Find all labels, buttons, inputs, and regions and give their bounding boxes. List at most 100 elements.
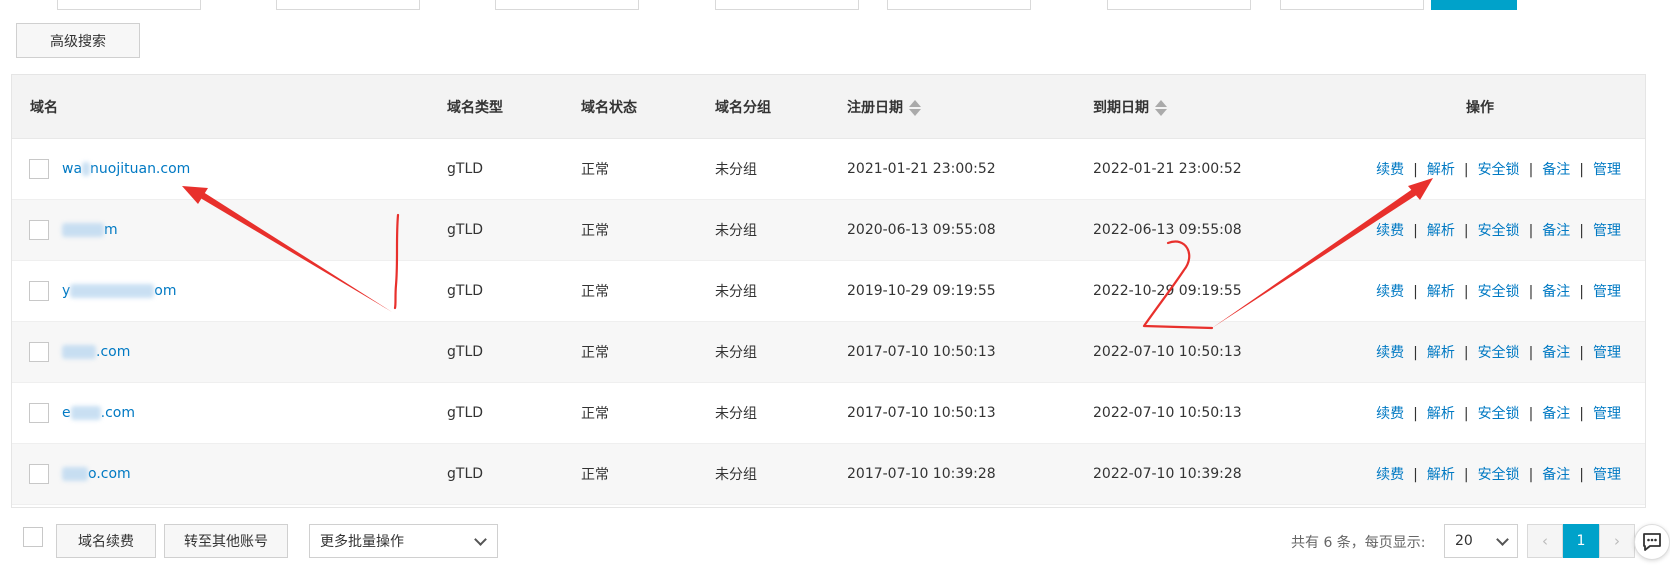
renew-link[interactable]: 续费 [1376,162,1404,178]
separator: | [1528,284,1534,300]
row-checkbox[interactable] [29,281,49,301]
batch-operations-select[interactable]: 更多批量操作 [309,524,498,558]
remark-link[interactable]: 备注 [1542,223,1570,239]
domain-suffix: .com [96,344,131,360]
resolve-link[interactable]: 解析 [1427,406,1455,422]
manage-link[interactable]: 管理 [1593,345,1621,361]
domain-group: 未分组 [715,284,757,300]
domain-renew-button[interactable]: 域名续费 [56,524,156,558]
separator: | [1463,162,1469,178]
next-page-button[interactable]: › [1599,524,1635,558]
resolve-link[interactable]: 解析 [1427,345,1455,361]
filter-input-7[interactable] [1280,0,1424,10]
renew-link[interactable]: 续费 [1376,345,1404,361]
transfer-account-button[interactable]: 转至其他账号 [164,524,288,558]
security-lock-link[interactable]: 安全锁 [1478,345,1520,361]
domain-link[interactable]: .com [62,344,130,360]
separator: | [1463,223,1469,239]
reg-date: 2019-10-29 09:19:55 [847,283,996,299]
select-all-checkbox[interactable] [23,527,43,547]
renew-link[interactable]: 续费 [1376,223,1404,239]
domain-suffix: om [154,283,177,299]
security-lock-link[interactable]: 安全锁 [1478,223,1520,239]
separator: | [1413,467,1418,483]
redaction-blur [70,406,101,420]
domain-link[interactable]: y om [62,283,177,299]
header-reg-date[interactable]: 注册日期 [847,97,921,117]
resolve-link[interactable]: 解析 [1427,162,1455,178]
manage-link[interactable]: 管理 [1593,162,1621,178]
filter-input-1[interactable] [57,0,201,10]
page-size-select[interactable]: 20 [1444,524,1518,558]
filter-input-6[interactable] [1107,0,1251,10]
sort-icon[interactable] [1155,99,1167,116]
domain-type: gTLD [447,283,484,299]
domain-type: gTLD [447,405,484,421]
advanced-search-button[interactable]: 高级搜索 [16,23,140,58]
domain-suffix: m [104,222,118,238]
domain-type: gTLD [447,344,484,360]
separator: | [1463,467,1469,483]
resolve-link[interactable]: 解析 [1427,223,1455,239]
filter-input-3[interactable] [495,0,639,10]
separator: | [1528,345,1534,361]
domain-suffix: nuojituan.com [90,161,191,177]
row-checkbox[interactable] [29,220,49,240]
page-1-button[interactable]: 1 [1563,524,1599,558]
table-header: 域名 域名类型 域名状态 域名分组 注册日期 到期日期 操作 [12,75,1645,139]
search-button[interactable] [1431,0,1517,10]
domain-link[interactable]: e .com [62,405,135,421]
security-lock-link[interactable]: 安全锁 [1478,467,1520,483]
chevron-down-icon [1496,533,1509,546]
reg-date: 2017-07-10 10:50:13 [847,344,996,360]
row-actions: 续费 | 解析 | 安全锁 | 备注 | 管理 [1376,342,1621,362]
table-row: y om gTLD 正常 未分组 2019-10-29 09:19:55 2022… [12,261,1645,322]
remark-link[interactable]: 备注 [1542,345,1570,361]
sort-icon[interactable] [909,99,921,116]
table-row: m gTLD 正常 未分组 2020-06-13 09:55:08 2022-0… [12,200,1645,261]
remark-link[interactable]: 备注 [1542,284,1570,300]
separator: | [1579,345,1584,361]
filter-input-2[interactable] [276,0,420,10]
header-exp-date[interactable]: 到期日期 [1093,97,1167,117]
chat-support-button[interactable] [1634,524,1670,560]
redaction-blur [62,467,88,481]
resolve-link[interactable]: 解析 [1427,467,1455,483]
renew-link[interactable]: 续费 [1376,467,1404,483]
row-checkbox[interactable] [29,464,49,484]
resolve-link[interactable]: 解析 [1427,284,1455,300]
page-size-value: 20 [1455,533,1473,549]
row-checkbox[interactable] [29,403,49,423]
redaction-blur [62,223,104,237]
filter-input-4[interactable] [715,0,859,10]
header-domain-group: 域名分组 [715,99,771,116]
remark-link[interactable]: 备注 [1542,406,1570,422]
domain-link[interactable]: wa nuojituan.com [62,161,190,177]
separator: | [1528,162,1534,178]
row-checkbox[interactable] [29,159,49,179]
exp-date: 2022-06-13 09:55:08 [1093,222,1242,238]
security-lock-link[interactable]: 安全锁 [1478,406,1520,422]
security-lock-link[interactable]: 安全锁 [1478,162,1520,178]
domain-link[interactable]: o.com [62,466,131,482]
manage-link[interactable]: 管理 [1593,467,1621,483]
domain-type: gTLD [447,466,484,482]
security-lock-link[interactable]: 安全锁 [1478,284,1520,300]
table-row: .com gTLD 正常 未分组 2017-07-10 10:50:13 202… [12,322,1645,383]
manage-link[interactable]: 管理 [1593,284,1621,300]
filter-input-5[interactable] [887,0,1031,10]
renew-link[interactable]: 续费 [1376,284,1404,300]
manage-link[interactable]: 管理 [1593,223,1621,239]
manage-link[interactable]: 管理 [1593,406,1621,422]
total-count-text: 共有 6 条，每页显示: [1291,535,1426,551]
domain-prefix: e [62,405,71,421]
prev-page-button[interactable]: ‹ [1527,524,1563,558]
row-checkbox[interactable] [29,342,49,362]
domain-suffix: .com [100,405,135,421]
reg-date: 2020-06-13 09:55:08 [847,222,996,238]
remark-link[interactable]: 备注 [1542,467,1570,483]
renew-link[interactable]: 续费 [1376,406,1404,422]
domain-link[interactable]: m [62,222,118,238]
remark-link[interactable]: 备注 [1542,162,1570,178]
redaction-blur [62,345,96,359]
